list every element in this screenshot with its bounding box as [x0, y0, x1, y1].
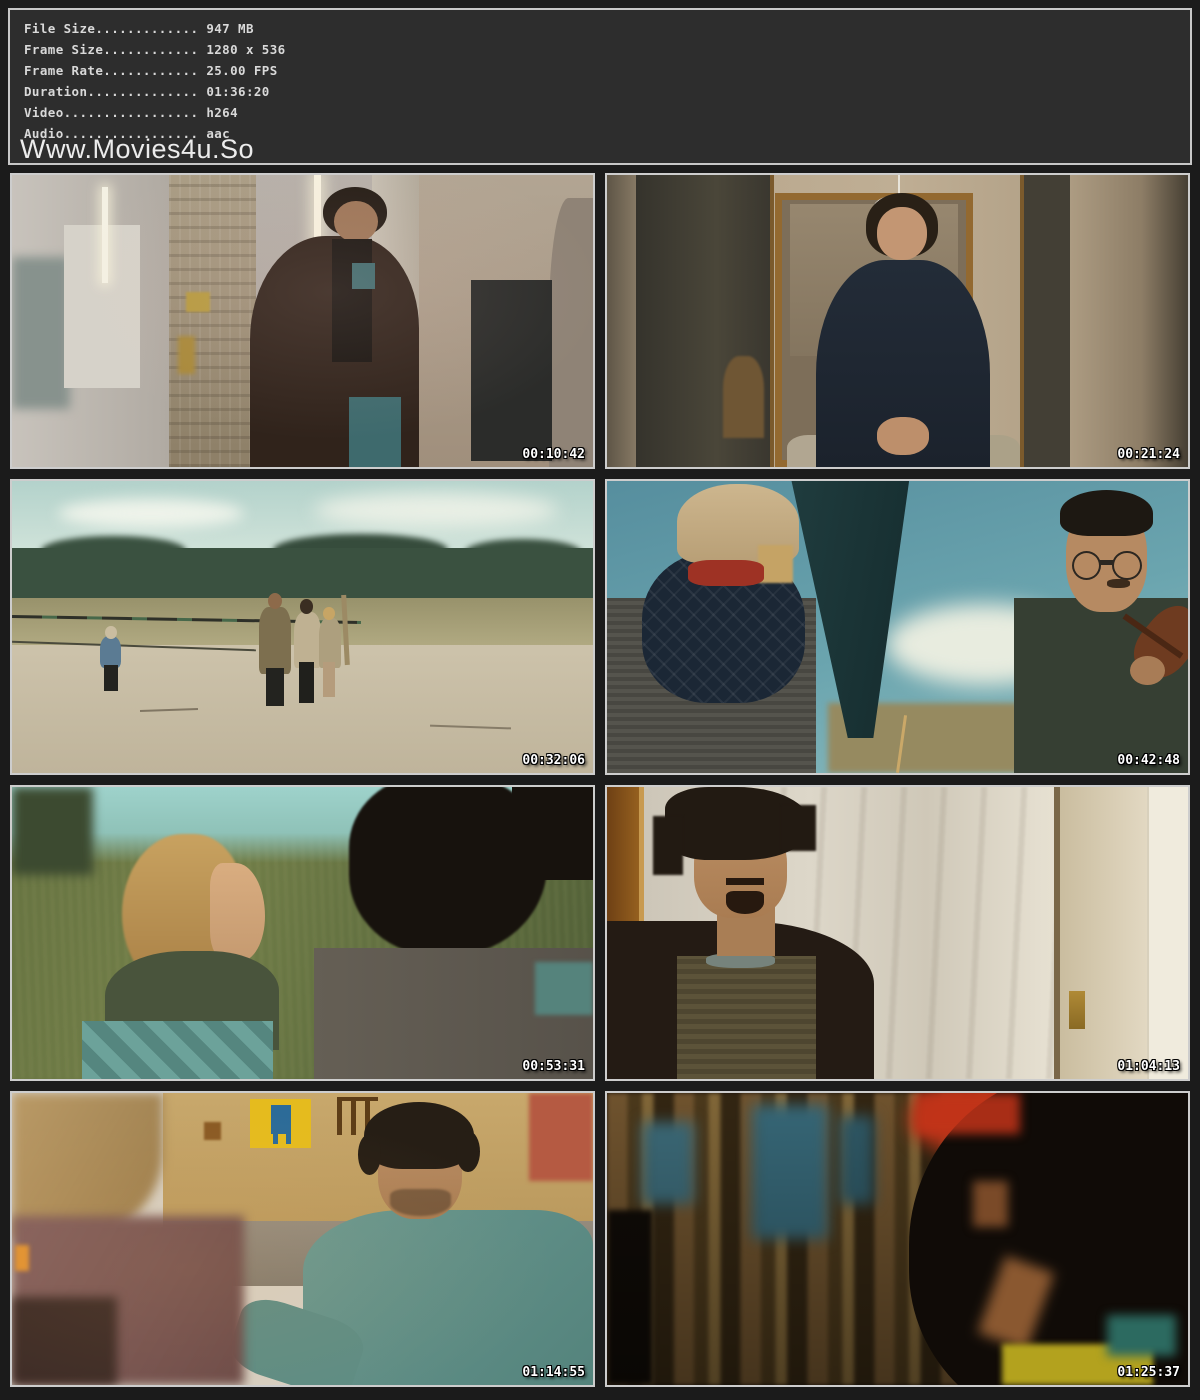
- info-row-frame-size: Frame Size............ 1280 x 536: [24, 39, 286, 60]
- white-door: [1147, 787, 1188, 1079]
- hair-strand: [653, 816, 682, 874]
- screenshot-thumb-6: 01:04:13: [605, 785, 1190, 1081]
- plaid-jacket: [82, 1021, 274, 1079]
- driftwood: [140, 708, 198, 712]
- info-row-file-size: File Size............. 947 MB: [24, 18, 286, 39]
- timestamp-badge: 00:10:42: [522, 447, 585, 462]
- timestamp-badge: 01:25:37: [1117, 1365, 1180, 1380]
- person-legs: [266, 668, 283, 706]
- tree-line: [12, 548, 593, 603]
- right-doorway: [1020, 175, 1070, 467]
- info-value: 1280 x 536: [206, 42, 285, 57]
- site-watermark: Www.Movies4u.So: [20, 136, 254, 163]
- person-blue: [100, 636, 121, 668]
- glasses-lens: [1072, 551, 1101, 580]
- goatee: [726, 891, 764, 914]
- clasped-hands: [877, 417, 929, 455]
- info-value: 01:36:20: [206, 84, 269, 99]
- info-label: Frame Rate: [24, 63, 103, 78]
- ear-highlight: [973, 1181, 1008, 1228]
- light-glow: [12, 175, 593, 467]
- person-head: [300, 599, 313, 614]
- info-label: Duration: [24, 84, 87, 99]
- timestamp-badge: 01:04:13: [1117, 1059, 1180, 1074]
- red-hair-highlight: [915, 1093, 1020, 1134]
- info-label: Video: [24, 105, 64, 120]
- info-label: Frame Size: [24, 42, 103, 57]
- hand: [1130, 656, 1165, 685]
- media-info-panel: File Size............. 947 MB Frame Size…: [8, 8, 1192, 165]
- timestamp-badge: 00:32:06: [522, 753, 585, 768]
- dot-leader: .............: [95, 21, 198, 36]
- dot-leader: ............: [103, 42, 198, 57]
- man-face: [877, 207, 926, 260]
- background-chair: [723, 356, 764, 438]
- knit-sweater: [677, 956, 816, 1079]
- screenshot-thumb-4: 00:42:48: [605, 479, 1190, 775]
- glasses-bridge: [1099, 560, 1114, 565]
- info-value: 947 MB: [206, 21, 254, 36]
- hair-strand: [781, 805, 816, 852]
- media-info-rows: File Size............. 947 MB Frame Size…: [24, 18, 286, 144]
- info-row-video: Video................. h264: [24, 102, 286, 123]
- dot-leader: ..............: [87, 84, 198, 99]
- man-tan-coat: [259, 607, 291, 674]
- screenshot-thumb-3: 00:32:06: [10, 479, 595, 775]
- cream-door: [1060, 787, 1147, 1079]
- man-cream-sweater: [294, 612, 321, 667]
- man-hair-back: [512, 787, 593, 880]
- screenshot-grid: 00:10:42 00:21:24: [10, 173, 1190, 1387]
- screenshot-thumb-7: 01:14:55: [10, 1091, 595, 1387]
- brass-lock-plate: [1069, 991, 1085, 1029]
- dot-leader: .................: [64, 105, 199, 120]
- teal-collar: [535, 962, 593, 1015]
- driftwood: [430, 725, 511, 730]
- info-value: h264: [206, 105, 238, 120]
- info-row-frame-rate: Frame Rate............ 25.00 FPS: [24, 60, 286, 81]
- person-head: [323, 607, 335, 620]
- screenshot-thumb-5: 00:53:31: [10, 785, 595, 1081]
- mustache: [1107, 579, 1130, 588]
- screenshot-thumb-8: 01:25:37: [605, 1091, 1190, 1387]
- person-head: [268, 593, 282, 609]
- person-legs: [299, 662, 314, 703]
- timestamp-badge: 01:14:55: [522, 1365, 585, 1380]
- mustache: [726, 878, 764, 885]
- info-value: 25.00 FPS: [206, 63, 277, 78]
- person-legs: [323, 662, 335, 697]
- glasses-lens: [1112, 551, 1141, 580]
- woman-figure: [319, 618, 341, 668]
- screenshot-thumb-1: 00:10:42: [10, 173, 595, 469]
- timestamp-badge: 00:42:48: [1117, 753, 1180, 768]
- cloud: [58, 499, 244, 528]
- tree-clump: [12, 787, 93, 875]
- dot-leader: ............: [103, 63, 198, 78]
- timestamp-badge: 00:53:31: [522, 1059, 585, 1074]
- warm-light-overlay: [12, 1093, 593, 1385]
- person-head: [105, 626, 117, 639]
- cloud: [314, 493, 558, 528]
- info-row-duration: Duration.............. 01:36:20: [24, 81, 286, 102]
- info-label: File Size: [24, 21, 95, 36]
- violinist-hair: [1060, 490, 1153, 537]
- red-scarf: [688, 560, 764, 586]
- timestamp-badge: 00:21:24: [1117, 447, 1180, 462]
- teal-glint: [1107, 1315, 1177, 1356]
- person-legs: [104, 665, 118, 691]
- screenshot-thumb-2: 00:21:24: [605, 173, 1190, 469]
